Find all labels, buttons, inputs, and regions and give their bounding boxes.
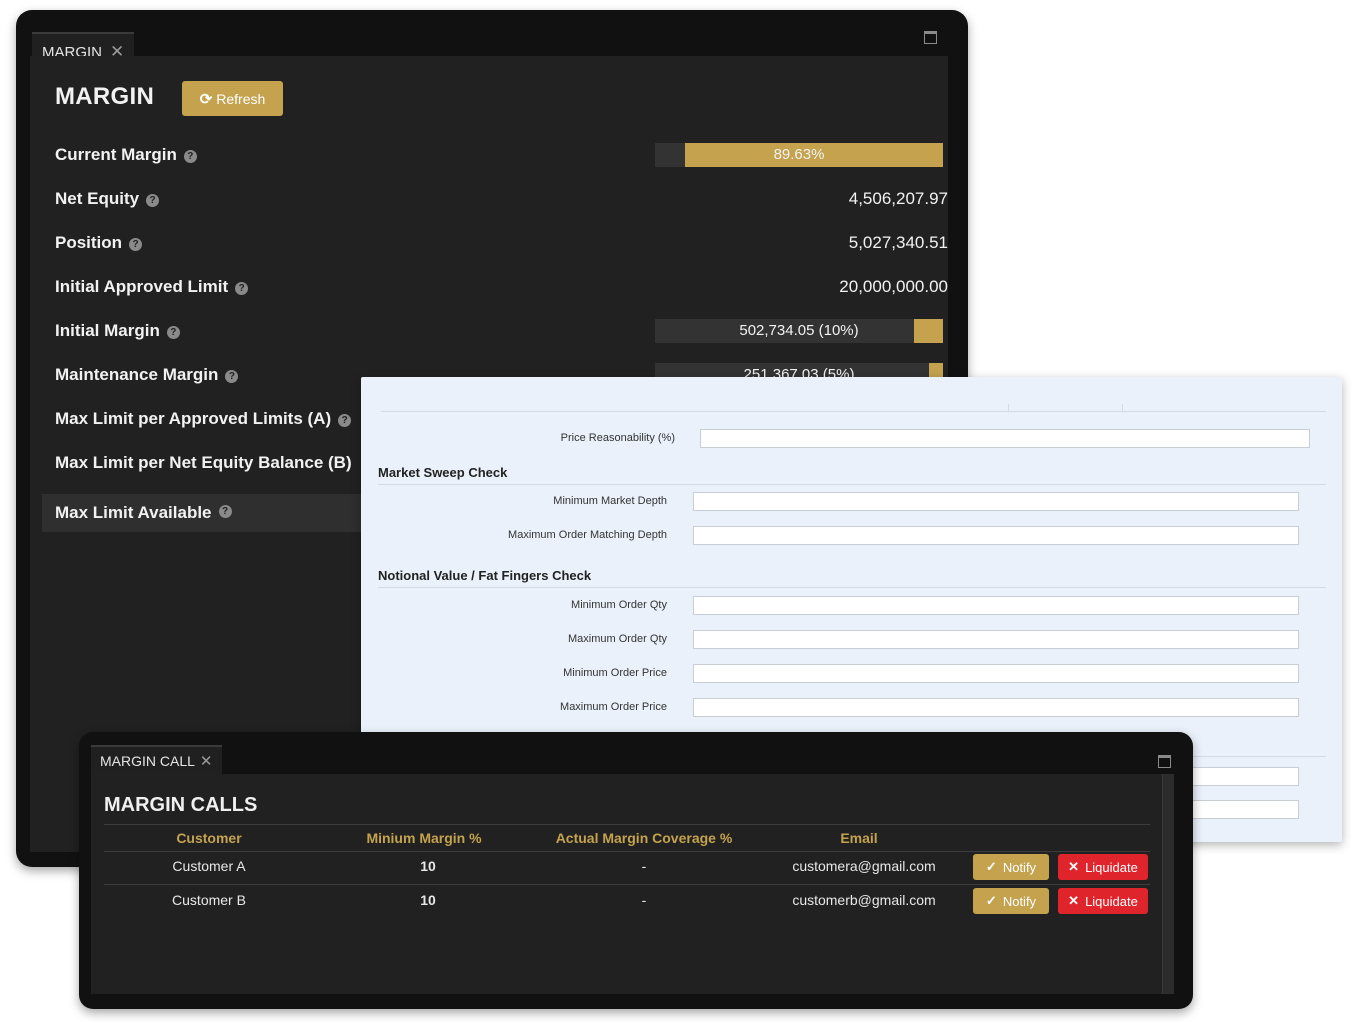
row-label: Initial Margin?	[55, 316, 180, 346]
field-label: Minimum Order Qty	[571, 599, 667, 611]
current-margin-bar: 89.63%	[655, 143, 943, 167]
actual-coverage-cell: -	[641, 858, 647, 874]
divider	[1122, 404, 1123, 411]
page-title: MARGIN	[55, 83, 155, 110]
initial-approved-limit-value: 20,000,000.00	[839, 277, 948, 296]
row-position: Position? 5,027,340.51	[55, 228, 948, 258]
question-circle-icon[interactable]: ?	[183, 150, 197, 163]
table-row: Customer B 10 - customerb@gmail.com ✓ Not…	[104, 885, 1150, 918]
actual-coverage-cell: -	[641, 892, 647, 908]
min-margin-cell: 10	[420, 892, 436, 908]
row-label: Maintenance Margin?	[55, 360, 239, 390]
form-row-max-order-matching-depth: Maximum Order Matching Depth	[361, 525, 1342, 545]
initial-margin-bar: 502,734.05 (10%)	[655, 319, 943, 343]
margin-call-window: MARGIN CALL ✕ MARGIN CALLS Customer Miniu…	[79, 732, 1193, 1009]
max-order-matching-depth-input[interactable]	[693, 526, 1299, 545]
column-header-min-margin[interactable]: Minium Margin %	[344, 825, 504, 851]
field-label: Maximum Order Matching Depth	[508, 529, 667, 541]
question-circle-icon[interactable]: ?	[146, 194, 160, 207]
refresh-button[interactable]: ⟳ Refresh	[182, 81, 283, 116]
divider	[1181, 756, 1326, 757]
min-margin-cell: 10	[420, 858, 436, 874]
row-label: Max Limit Available?	[55, 494, 232, 532]
notify-button[interactable]: ✓ Notify	[973, 888, 1049, 914]
form-row-max-order-price: Maximum Order Price	[361, 697, 1342, 717]
form-row-price-reasonability: Price Reasonability (%)	[361, 428, 1342, 448]
margin-call-panel: MARGIN CALLS Customer Minium Margin % Ac…	[91, 774, 1174, 994]
field-label: Minimum Market Depth	[553, 495, 667, 507]
question-circle-icon[interactable]: ?	[129, 238, 143, 251]
table-header: Customer Minium Margin % Actual Margin C…	[104, 824, 1150, 852]
scrollbar[interactable]	[1162, 774, 1174, 994]
price-reasonability-input[interactable]	[700, 429, 1310, 448]
times-icon: ✕	[1068, 893, 1080, 908]
row-label: Max Limit per Approved Limits (A)?	[55, 404, 352, 434]
row-label: Max Limit per Net Equity Balance (B)	[55, 453, 352, 472]
customer-cell: Customer A	[172, 858, 246, 874]
liquidate-button[interactable]: ✕ Liquidate	[1058, 854, 1148, 880]
check-icon: ✓	[985, 859, 997, 874]
section-market-sweep: Market Sweep Check	[378, 463, 1326, 485]
row-label: Position?	[55, 228, 143, 258]
liquidate-button[interactable]: ✕ Liquidate	[1058, 888, 1148, 914]
form-input-partial[interactable]	[1181, 767, 1299, 786]
email-cell: customera@gmail.com	[792, 858, 936, 874]
notify-button[interactable]: ✓ Notify	[973, 854, 1049, 880]
column-header-email[interactable]: Email	[784, 825, 934, 851]
row-initial-margin: Initial Margin? 502,734.05 (10%)	[55, 316, 943, 346]
question-circle-icon[interactable]: ?	[225, 370, 239, 383]
window-maximize-icon[interactable]	[924, 31, 937, 44]
question-circle-icon[interactable]: ?	[218, 505, 232, 518]
refresh-icon: ⟳	[199, 90, 213, 108]
question-circle-icon[interactable]: ?	[166, 326, 180, 339]
max-order-price-input[interactable]	[693, 698, 1299, 717]
row-net-equity: Net Equity? 4,506,207.97	[55, 184, 948, 214]
row-current-margin: Current Margin? 89.63%	[55, 140, 943, 170]
row-initial-approved-limit: Initial Approved Limit? 20,000,000.00	[55, 272, 948, 302]
section-notional-value: Notional Value / Fat Fingers Check	[378, 566, 1326, 588]
field-label: Price Reasonability (%)	[560, 432, 675, 444]
refresh-button-label: Refresh	[216, 90, 266, 107]
field-label: Maximum Order Qty	[567, 633, 667, 645]
question-circle-icon[interactable]: ?	[235, 282, 249, 295]
column-header-actual-coverage[interactable]: Actual Margin Coverage %	[534, 825, 754, 851]
customer-cell: Customer B	[172, 892, 246, 908]
field-label: Maximum Order Price	[560, 701, 667, 713]
divider	[381, 411, 1326, 412]
column-header-customer[interactable]: Customer	[144, 825, 274, 851]
close-icon[interactable]: ✕	[200, 753, 213, 770]
question-circle-icon[interactable]: ?	[338, 414, 352, 427]
table-row: Customer A 10 - customera@gmail.com ✓ Not…	[104, 851, 1150, 885]
form-row-min-market-depth: Minimum Market Depth	[361, 491, 1342, 511]
email-cell: customerb@gmail.com	[792, 892, 936, 908]
row-max-limit-available: Max Limit Available?	[42, 494, 382, 532]
row-label: Current Margin?	[55, 140, 197, 170]
form-row-max-order-qty: Maximum Order Qty	[361, 629, 1342, 649]
max-order-qty-input[interactable]	[693, 630, 1299, 649]
field-label: Minimum Order Price	[563, 667, 667, 679]
net-equity-value: 4,506,207.97	[848, 189, 948, 208]
form-row-min-order-qty: Minimum Order Qty	[361, 595, 1342, 615]
min-order-price-input[interactable]	[693, 664, 1299, 683]
min-order-qty-input[interactable]	[693, 596, 1299, 615]
tab-margin-call-label: MARGIN CALL	[100, 753, 195, 769]
margin-calls-title: MARGIN CALLS	[104, 794, 258, 816]
min-market-depth-input[interactable]	[693, 492, 1299, 511]
tab-margin-call[interactable]: MARGIN CALL ✕	[91, 745, 222, 776]
check-icon: ✓	[985, 893, 997, 908]
current-margin-bar-text: 89.63%	[773, 146, 825, 163]
window-maximize-icon[interactable]	[1158, 755, 1171, 768]
position-value: 5,027,340.51	[848, 233, 948, 252]
form-input-partial[interactable]	[1181, 800, 1299, 819]
times-icon: ✕	[1068, 859, 1080, 874]
row-label: Net Equity?	[55, 184, 160, 214]
divider	[1008, 404, 1009, 411]
row-label: Initial Approved Limit?	[55, 272, 249, 302]
form-row-min-order-price: Minimum Order Price	[361, 663, 1342, 683]
initial-margin-bar-text: 502,734.05 (10%)	[739, 322, 859, 339]
